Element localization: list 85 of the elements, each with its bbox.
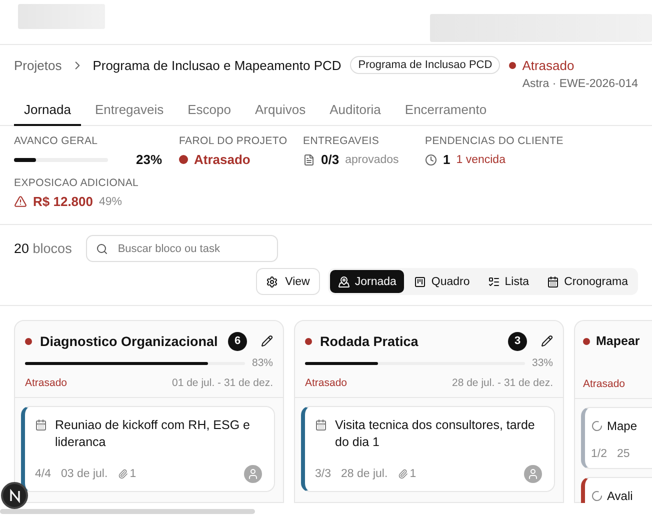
project-badge: Programa de Inclusao PCD <box>350 56 500 74</box>
edit-icon[interactable] <box>261 335 273 347</box>
stat-value: 0/3 <box>321 152 340 167</box>
task-card[interactable]: Mape 1/2 25 <box>581 407 652 470</box>
warning-icon <box>14 195 27 208</box>
stat-note: 49% <box>99 196 122 208</box>
view-tab[interactable]: Jornada <box>330 270 404 293</box>
block-dates: 28 de jul. - 31 de dez. <box>452 377 553 389</box>
avatar <box>524 464 542 483</box>
tab[interactable]: Encerramento <box>394 98 497 126</box>
view-tab[interactable]: Cronograma <box>539 270 636 293</box>
block-status: Atrasado <box>583 378 626 390</box>
stat-label: PENDENCIAS DO CLIENTE <box>425 135 564 147</box>
edit-icon[interactable] <box>541 335 553 347</box>
stat-label: EXPOSICAO ADICIONAL <box>14 177 140 189</box>
task-date: 25 <box>617 448 630 460</box>
status-dot <box>305 338 312 344</box>
project-meta: Astra · EWE-2026-014 <box>522 78 638 90</box>
map-pin-icon <box>338 276 350 288</box>
tab[interactable]: Arquivos <box>245 98 316 126</box>
progress-reading: 33% <box>532 357 553 369</box>
view-tab[interactable]: Lista <box>480 270 538 293</box>
stat-label: AVANCO GERAL <box>14 135 99 147</box>
calendar-icon <box>315 419 327 431</box>
task-title: Visita tecnica dos consultores, tarde do dia 1 <box>335 417 536 451</box>
status-text: Atrasado <box>522 58 574 72</box>
task-title: Reuniao de kickoff com RH, ESG e lideranca <box>55 417 251 451</box>
attachment-count: 1 <box>130 468 136 480</box>
tab[interactable]: Escopo <box>178 98 242 126</box>
block-status: Atrasado <box>305 377 348 389</box>
search-icon <box>96 242 108 254</box>
paperclip-icon <box>398 468 408 479</box>
task-count: 6 <box>228 332 247 350</box>
status-dot <box>25 338 32 344</box>
block-status: Atrasado <box>25 377 68 389</box>
tab[interactable]: Auditoria <box>320 98 391 126</box>
tab[interactable]: Jornada <box>14 98 81 126</box>
project-title: Programa de Inclusao e Mapeamento PCD <box>92 58 342 72</box>
tab[interactable]: Entregaveis <box>84 98 174 126</box>
stat-value: 1 <box>443 152 450 167</box>
block-title: Mapear <box>596 334 641 348</box>
stat-value: R$ 12.800 <box>33 194 93 209</box>
stat-label: ENTREGAVEIS <box>303 135 380 147</box>
task-date: 28 de jul. <box>341 468 388 480</box>
task-count: 3 <box>508 332 527 350</box>
board-icon <box>414 276 426 288</box>
dev-indicator-icon[interactable] <box>1 482 28 509</box>
calendar-icon <box>547 276 560 288</box>
progress-reading: 83% <box>252 357 273 369</box>
task-title: Mape <box>607 418 638 434</box>
task-progress: 4/4 <box>35 468 51 480</box>
task-progress: 1/2 <box>591 448 607 460</box>
task-card[interactable]: Visita tecnica dos consultores, tarde do dia 1 3/3 28 de jul. 1 <box>301 406 555 492</box>
clock-icon <box>425 154 437 166</box>
paperclip-icon <box>118 468 128 479</box>
status-value: Atrasado <box>194 152 250 167</box>
task-title: Avali <box>607 488 633 503</box>
stat-note: aprovados <box>345 154 399 166</box>
stat-note: 1 vencida <box>456 154 506 166</box>
block-title: Rodada Pratica <box>320 334 420 348</box>
block-dates: 01 de jul. - 31 de dez. <box>172 377 273 389</box>
loading-icon <box>591 420 603 432</box>
task-card[interactable]: Avali <box>581 477 652 503</box>
task-card[interactable]: Reuniao de kickoff com RH, ESG e lideranca 4/4 03 de jul. 1 <box>21 406 275 492</box>
status-dot <box>509 62 516 68</box>
document-icon <box>303 154 315 166</box>
calendar-icon <box>35 419 47 431</box>
avatar <box>244 464 262 483</box>
task-progress: 3/3 <box>315 468 331 480</box>
stat-label: FAROL DO PROJETO <box>179 135 288 147</box>
task-date: 03 de jul. <box>61 468 108 480</box>
view-button[interactable]: View <box>256 268 320 295</box>
settings-icon <box>266 276 278 288</box>
breadcrumb-link[interactable]: Projetos <box>14 58 62 72</box>
scrollbar[interactable] <box>0 509 255 514</box>
status-dot <box>583 338 590 344</box>
progress-reading: 23% <box>136 152 162 167</box>
list-icon <box>488 276 500 288</box>
block-count: 20 blocos <box>14 241 72 256</box>
loading-icon <box>591 490 603 502</box>
search-field[interactable]: Buscar bloco ou task <box>86 235 278 262</box>
view-tab[interactable]: Quadro <box>406 270 478 293</box>
status-dot <box>179 155 188 164</box>
block-title: Diagnostico Organizacional <box>40 334 219 348</box>
attachment-count: 1 <box>410 468 416 480</box>
